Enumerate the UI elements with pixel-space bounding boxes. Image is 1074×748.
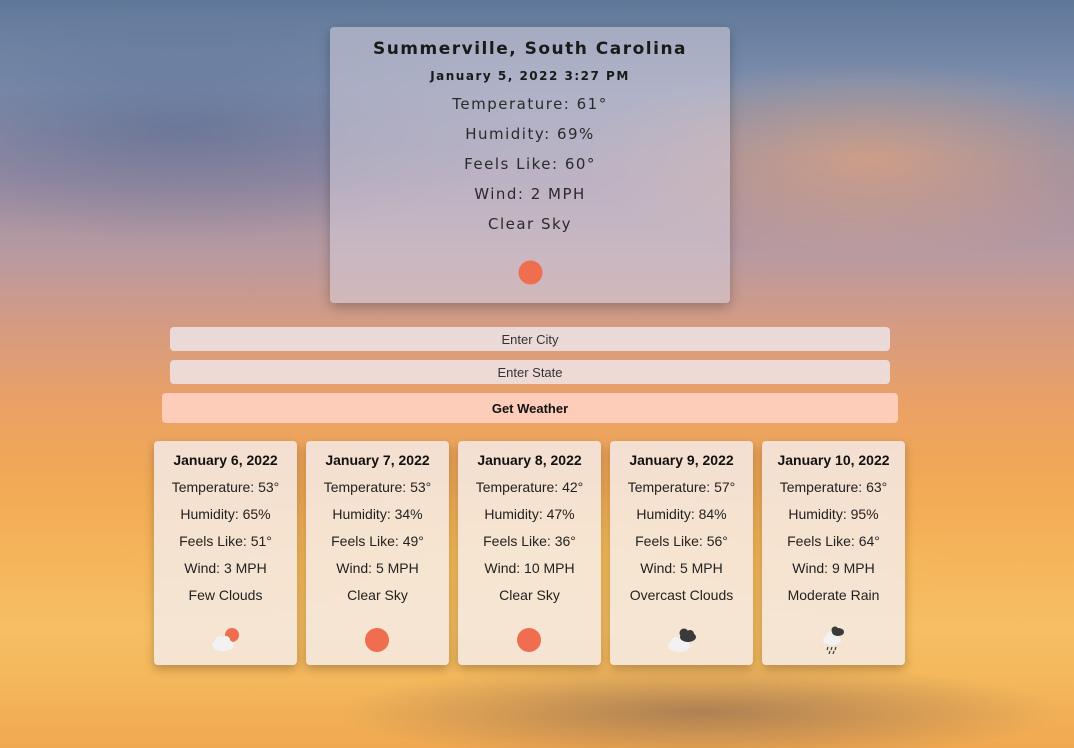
forecast-temperature: Temperature: 53° [171,479,280,495]
current-humidity: Humidity: 69% [465,125,595,143]
forecast-temperature: Temperature: 42° [475,479,584,495]
current-location: Summerville, South Carolina [372,39,688,59]
forecast-description: Clear Sky [347,587,408,603]
get-weather-button[interactable]: Get Weather [162,393,898,423]
sun-icon [517,628,541,652]
current-datetime: January 5, 2022 3:27 PM [430,69,630,83]
forecast-wind: Wind: 5 MPH [336,560,419,576]
forecast-card-5: January 10, 2022 Temperature: 63° Humidi… [762,441,905,665]
forecast-humidity: Humidity: 95% [788,506,879,522]
forecast-feels-like: Feels Like: 56° [635,533,728,549]
rain-icon [823,626,844,655]
forecast-humidity: Humidity: 47% [484,506,575,522]
forecast-wind: Wind: 10 MPH [484,560,575,576]
current-feels-like: Feels Like: 60° [464,155,596,173]
sun-icon [518,260,543,285]
current-temperature: Temperature: 61° [452,95,608,113]
forecast-date: January 6, 2022 [173,452,278,468]
current-description: Clear Sky [487,215,573,233]
forecast-humidity: Humidity: 65% [180,506,271,522]
forecast-feels-like: Feels Like: 36° [483,533,576,549]
forecast-wind: Wind: 3 MPH [184,560,267,576]
forecast-feels-like: Feels Like: 51° [179,533,272,549]
current-weather-card: Summerville, South Carolina January 5, 2… [330,27,730,303]
forecast-card-2: January 7, 2022 Temperature: 53° Humidit… [306,441,449,665]
few-clouds-icon [212,628,239,651]
overcast-clouds-icon [668,628,696,652]
forecast-feels-like: Feels Like: 64° [787,533,880,549]
forecast-wind: Wind: 9 MPH [792,560,875,576]
forecast-date: January 7, 2022 [325,452,430,468]
forecast-date: January 10, 2022 [777,452,890,468]
city-input[interactable] [170,327,890,351]
forecast-humidity: Humidity: 84% [636,506,727,522]
forecast-humidity: Humidity: 34% [332,506,423,522]
current-wind: Wind: 2 MPH [474,185,586,203]
forecast-temperature: Temperature: 53° [323,479,432,495]
forecast-temperature: Temperature: 57° [627,479,736,495]
forecast-description: Few Clouds [188,587,263,603]
forecast-card-1: January 6, 2022 Temperature: 53° Humidit… [154,441,297,665]
forecast-date: January 8, 2022 [477,452,582,468]
forecast-wind: Wind: 5 MPH [640,560,723,576]
forecast-card-3: January 8, 2022 Temperature: 42° Humidit… [458,441,601,665]
forecast-description: Overcast Clouds [629,587,734,603]
forecast-card-4: January 9, 2022 Temperature: 57° Humidit… [610,441,753,665]
state-input[interactable] [170,360,890,384]
forecast-temperature: Temperature: 63° [779,479,888,495]
forecast-feels-like: Feels Like: 49° [331,533,424,549]
forecast-description: Moderate Rain [787,587,880,603]
forecast-description: Clear Sky [499,587,560,603]
sun-icon [365,628,389,652]
forecast-date: January 9, 2022 [629,452,734,468]
